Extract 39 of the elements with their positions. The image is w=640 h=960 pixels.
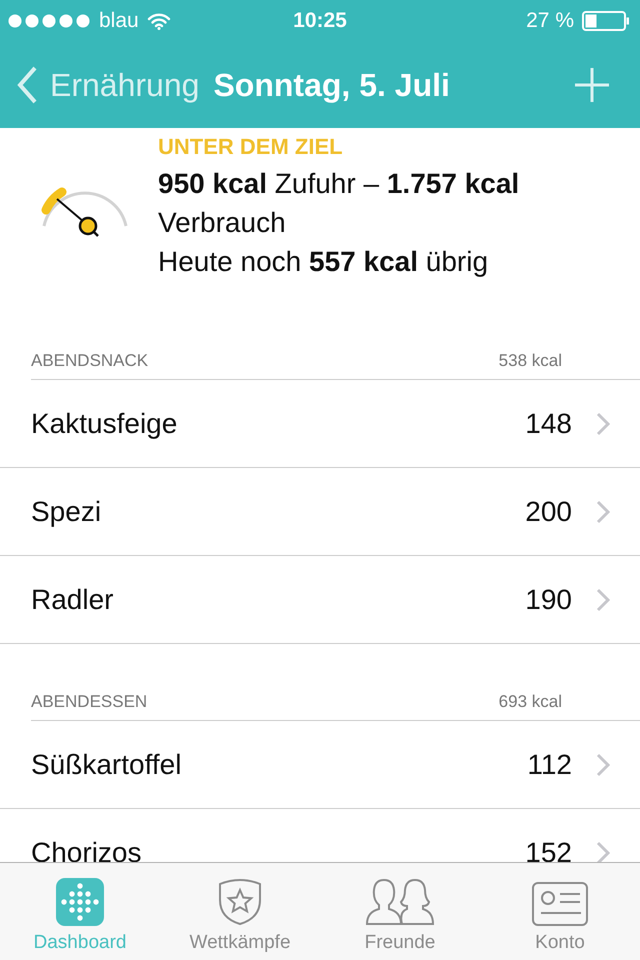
food-name: Chorizos	[31, 836, 142, 862]
calorie-value: 112	[527, 748, 572, 780]
food-name: Spezi	[31, 496, 102, 528]
chevron-right-icon	[596, 840, 610, 862]
food-name: Radler	[31, 584, 114, 616]
tab[interactable]: Konto	[480, 882, 640, 960]
meal-title: ABENDSNACK	[31, 351, 148, 371]
tab[interactable]: Dashboard	[0, 878, 160, 960]
calorie-value: 190	[525, 584, 572, 616]
remaining-calories: Heute noch 557 kcal übrig	[158, 245, 490, 279]
back-button[interactable]: Ernährung	[16, 66, 200, 104]
id-card-icon	[532, 882, 588, 926]
signal-icon	[8, 14, 91, 28]
clock-time: 10:25	[293, 9, 347, 33]
food-name: Kaktusfeige	[31, 408, 178, 440]
battery-percent: 27 %	[526, 9, 574, 33]
tab[interactable]: Wettkämpfe	[160, 878, 320, 960]
calorie-value: 200	[525, 496, 572, 528]
goal-status: UNTER DEM ZIEL	[158, 134, 344, 160]
date-title: Sonntag, 5. Juli	[213, 66, 450, 104]
wifi-icon	[146, 12, 171, 30]
people-icon	[365, 878, 435, 926]
calorie-value: 148	[525, 408, 572, 440]
carrier-name: blau	[99, 9, 139, 33]
meal-title: ABENDESSEN	[31, 692, 148, 712]
calorie-value: 152	[525, 836, 572, 862]
battery-icon	[582, 11, 630, 31]
chevron-right-icon	[596, 500, 610, 524]
chevron-right-icon	[596, 412, 610, 436]
chevron-left-icon	[16, 66, 38, 104]
dots-icon	[56, 878, 104, 926]
meal-total: 693 kcal	[498, 692, 562, 712]
meal-total: 538 kcal	[498, 351, 562, 371]
food-name: Süßkartoffel	[31, 748, 182, 780]
add-button[interactable]	[574, 67, 610, 103]
tab[interactable]: Freunde	[320, 878, 480, 960]
shield-star-icon	[216, 878, 264, 926]
chevron-right-icon	[596, 588, 610, 612]
chevron-right-icon	[596, 752, 610, 776]
